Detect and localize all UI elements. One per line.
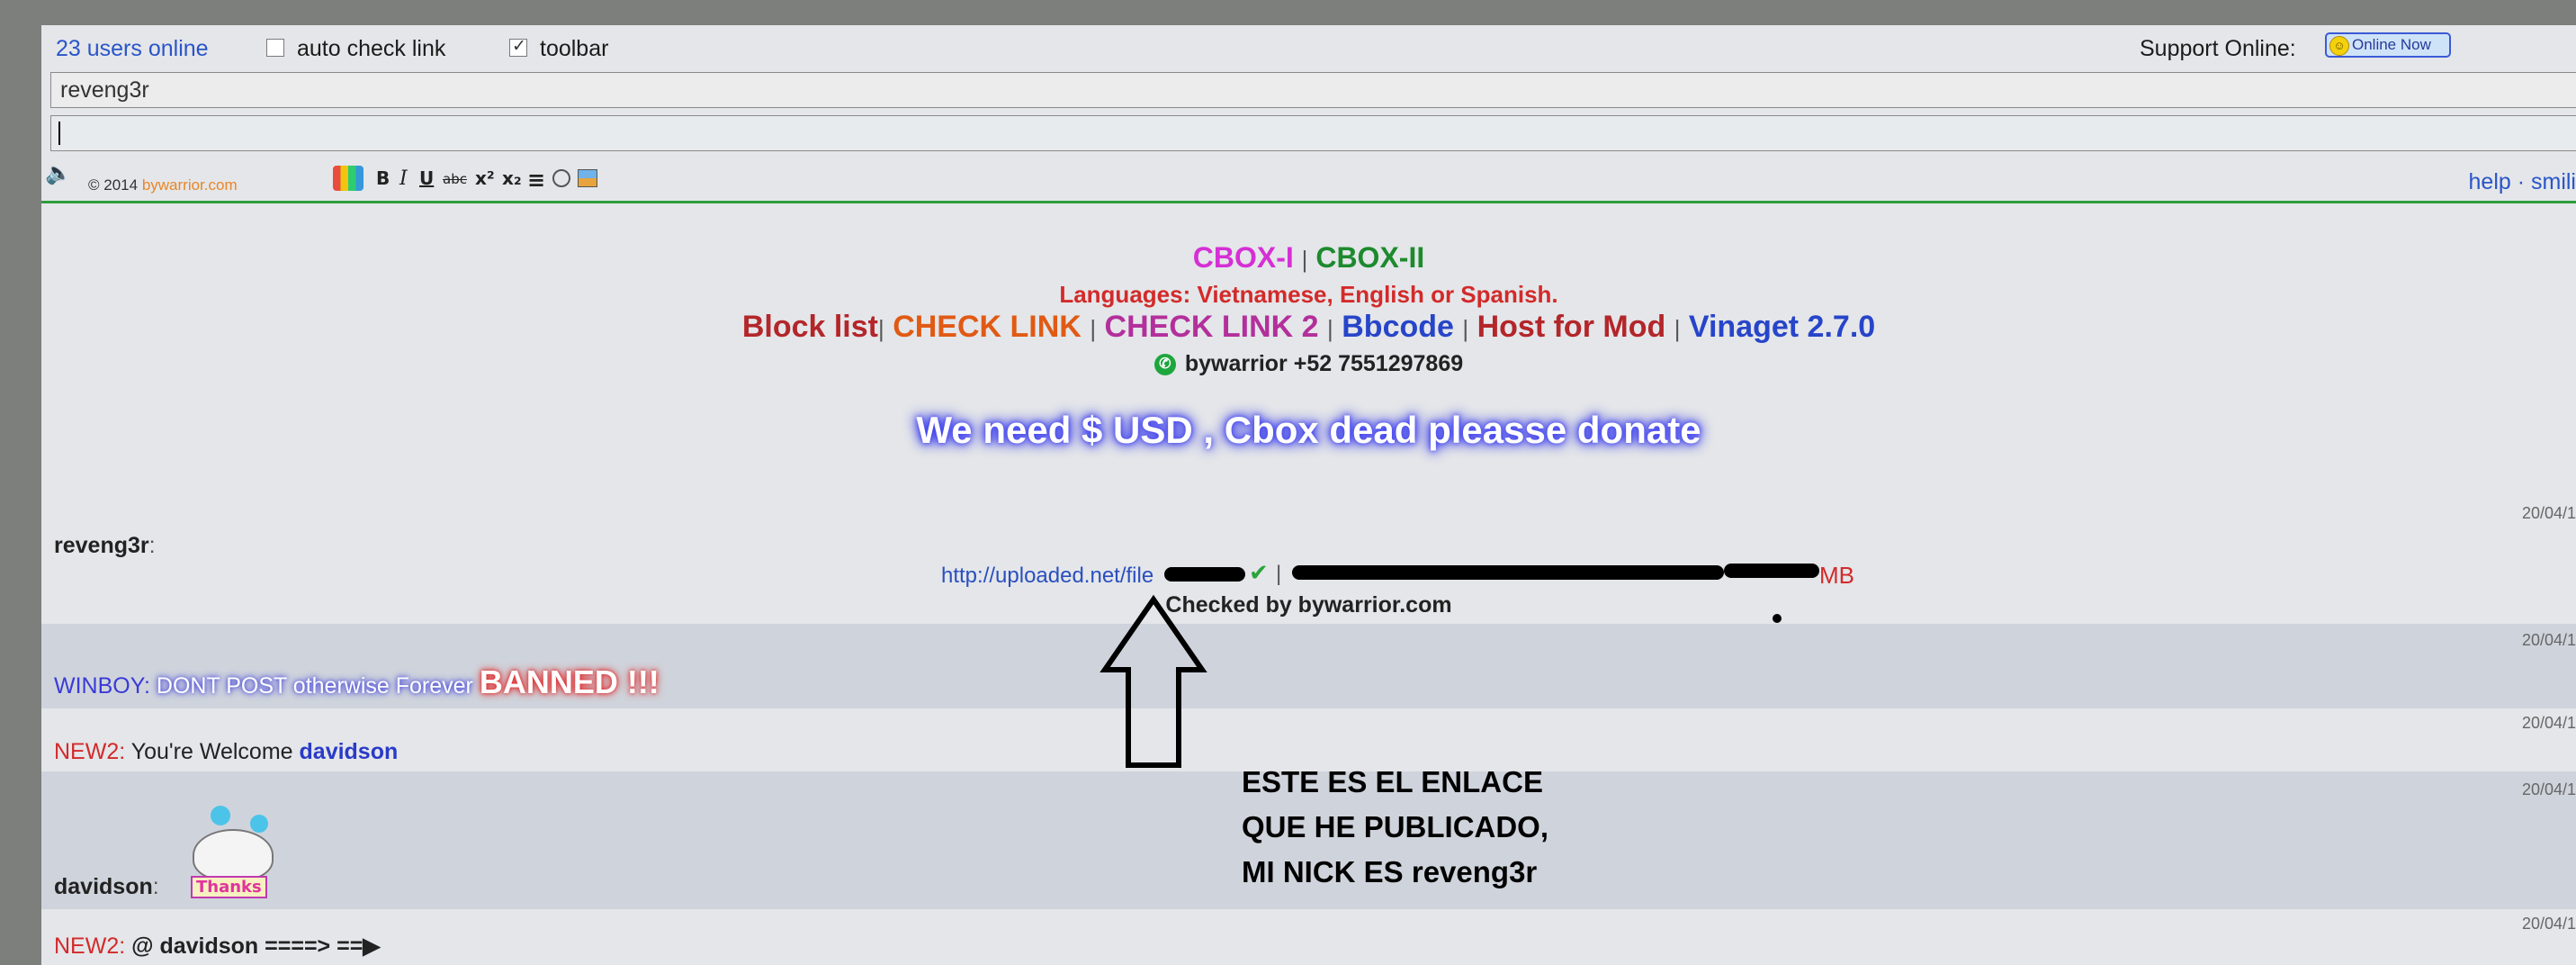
separator: | <box>1462 315 1469 342</box>
text-caret <box>58 122 60 145</box>
separator: | <box>1674 315 1681 342</box>
chat-header: CBOX-I | CBOX-II Languages: Vietnamese, … <box>41 203 2576 451</box>
sticker-label: Thanks <box>191 876 267 898</box>
copyright-text: © 2014 <box>88 176 139 194</box>
bunny-icon <box>193 829 274 881</box>
copyright: © 2014 bywarrior.com <box>88 176 238 194</box>
superscript-icon[interactable]: x² <box>475 167 495 189</box>
separator: | <box>1301 246 1308 273</box>
chat-message: 20/04/1 NEW2: @ davidson ====> ==▶ <box>41 909 2576 965</box>
timestamp: 20/04/1 <box>2521 504 2576 522</box>
brand-link[interactable]: bywarrior.com <box>142 176 238 194</box>
auto-check-label: auto check link <box>297 36 446 61</box>
flower-icon <box>211 806 230 825</box>
cbox2-link[interactable]: CBOX-II <box>1315 241 1424 274</box>
color-grid-icon[interactable] <box>333 166 364 191</box>
support-online-label: Support Online: <box>2140 36 2296 61</box>
message-author: reveng3r: <box>54 533 156 558</box>
up-arrow-annotation <box>1100 594 1207 768</box>
timestamp: 20/04/1 <box>2521 780 2576 798</box>
auto-check-checkbox[interactable] <box>266 39 284 57</box>
annotation-line: MI NICK ES reveng3r <box>1242 855 1538 888</box>
align-icon[interactable]: ≡ <box>527 167 545 193</box>
smiley-icon: ☺ <box>2329 36 2349 56</box>
whatsapp-contact: ✆ bywarrior +52 7551297869 <box>41 351 2576 377</box>
message-body: WINBOY: DONT POST otherwise Forever BANN… <box>54 663 660 700</box>
banned-text: BANNED !!! <box>479 663 660 700</box>
italic-icon[interactable]: I <box>399 167 408 190</box>
chat-message: 20/04/1 WINBOY: DONT POST otherwise Fore… <box>41 624 2576 708</box>
file-size: MB <box>1819 562 1854 589</box>
chat-message: 20/04/1 reveng3r: http://uploaded.net/fi… <box>41 448 2576 654</box>
bbcode-link[interactable]: Bbcode <box>1342 310 1454 344</box>
whatsapp-number: bywarrior +52 7551297869 <box>1184 351 1464 376</box>
annotation-line: QUE HE PUBLICADO, <box>1242 810 1549 843</box>
block-list-link[interactable]: Block list <box>742 310 878 344</box>
subscript-icon[interactable]: x₂ <box>502 167 522 189</box>
nick[interactable]: reveng3r <box>54 533 149 558</box>
online-now-text: Online Now <box>2352 36 2431 53</box>
message-body: NEW2: @ davidson ====> ==▶ <box>54 933 381 959</box>
image-icon[interactable] <box>578 169 597 187</box>
users-online-link[interactable]: 23 users online <box>56 36 209 62</box>
timestamp: 20/04/1 <box>2521 915 2576 933</box>
vinaget-link[interactable]: Vinaget 2.7.0 <box>1689 310 1875 344</box>
nick[interactable]: davidson <box>54 874 153 899</box>
message-text: You're Welcome <box>130 739 293 764</box>
cbox-frame: 23 users online auto check link toolbar … <box>41 25 2576 965</box>
mention[interactable]: davidson <box>300 739 399 764</box>
toolbar-label: toolbar <box>540 36 609 61</box>
message-input[interactable] <box>50 115 2576 151</box>
toolbar-checkbox[interactable] <box>509 36 527 57</box>
timestamp: 20/04/1 <box>2521 714 2576 732</box>
strike-icon[interactable]: abc <box>443 171 467 187</box>
message-author: davidson: <box>54 874 159 899</box>
underline-icon[interactable]: U <box>419 167 434 189</box>
separator: | <box>1090 315 1097 342</box>
redaction <box>1724 564 1819 578</box>
message-body: NEW2: You're Welcome davidson <box>54 739 399 764</box>
checked-by: Checked by bywarrior.com <box>1165 592 1452 618</box>
separator: | <box>877 315 884 342</box>
nick[interactable]: WINBOY <box>54 673 144 699</box>
uploaded-link[interactable]: http://uploaded.net/file <box>941 564 1153 589</box>
languages-note: Languages: Vietnamese, English or Spanis… <box>1059 281 1558 308</box>
separator: | <box>1276 562 1282 586</box>
nick-field[interactable]: reveng3r <box>50 72 2576 108</box>
emoji-icon[interactable] <box>552 169 570 187</box>
annotation-text: ESTE ES EL ENLACE QUE HE PUBLICADO, MI N… <box>1242 760 1548 895</box>
thanks-sticker: Thanks <box>176 798 275 903</box>
bold-icon[interactable]: B <box>376 167 390 189</box>
nick[interactable]: NEW2 <box>54 739 119 764</box>
dot <box>1773 614 1782 623</box>
annotation-line: ESTE ES EL ENLACE <box>1242 765 1543 798</box>
flower-icon <box>250 815 268 833</box>
timestamp: 20/04/1 <box>2521 631 2576 649</box>
check-link-2-link[interactable]: CHECK LINK 2 <box>1105 310 1319 344</box>
separator: | <box>1327 315 1333 342</box>
donate-banner: We need $ USD , Cbox dead pleasse donate <box>916 409 1701 451</box>
check-icon: ✔ <box>1249 560 1269 587</box>
nick[interactable]: NEW2 <box>54 933 119 959</box>
message-text: DONT POST otherwise Forever <box>156 673 473 699</box>
top-bar: 23 users online auto check link toolbar … <box>41 25 2576 72</box>
cbox-links: CBOX-I | CBOX-II <box>41 241 2576 275</box>
whatsapp-icon: ✆ <box>1153 354 1176 376</box>
host-for-mod-link[interactable]: Host for Mod <box>1477 310 1666 344</box>
header-links: Block list| CHECK LINK | CHECK LINK 2 | … <box>41 310 2576 345</box>
check-link-link[interactable]: CHECK LINK <box>893 310 1082 344</box>
message-text: @ davidson ====> ==▶ <box>131 933 381 959</box>
help-smilies-links[interactable]: help · smili <box>2469 169 2576 195</box>
cbox1-link[interactable]: CBOX-I <box>1193 241 1294 274</box>
format-toolbar: 🔈 © 2014 bywarrior.com B I U abc x² x₂ ≡… <box>41 157 2576 200</box>
speaker-icon[interactable]: 🔈 <box>45 160 72 185</box>
redaction <box>1164 567 1245 582</box>
online-now-badge[interactable]: ☺ Online Now <box>2325 32 2451 58</box>
redaction <box>1292 565 1724 580</box>
